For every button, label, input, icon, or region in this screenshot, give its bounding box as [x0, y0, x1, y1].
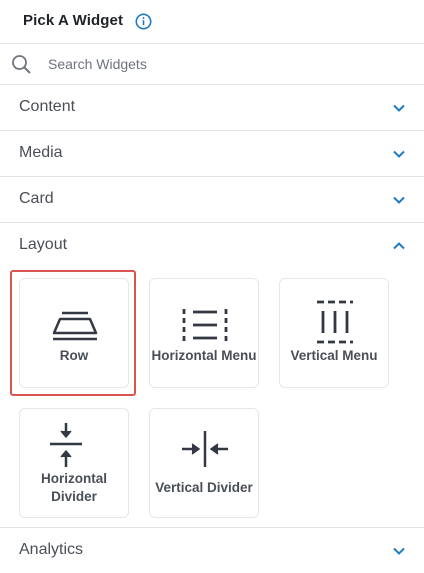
section-label: Analytics: [19, 541, 84, 558]
section-layout[interactable]: Layout: [0, 223, 424, 269]
widget-label: Vertical Menu: [290, 348, 378, 363]
search-icon: [12, 55, 31, 74]
widget-label-line1: Horizontal: [41, 471, 107, 486]
vertical-menu-icon: [317, 300, 353, 344]
chevron-up-icon: [393, 242, 405, 250]
widget-tile-row[interactable]: Row: [19, 278, 129, 388]
layout-widget-grid: Row Horizontal Menu Vertical Menu Horizo…: [0, 268, 424, 528]
vertical-divider-icon: [182, 431, 228, 467]
section-analytics[interactable]: Analytics: [0, 528, 424, 573]
section-card[interactable]: Card: [0, 177, 424, 223]
section-label: Content: [19, 98, 76, 115]
row-icon: [52, 311, 98, 341]
horizontal-menu-icon: [182, 309, 228, 341]
widget-label: Row: [59, 348, 89, 363]
search-bar: [0, 44, 424, 85]
section-content[interactable]: Content: [0, 85, 424, 131]
page-title: Pick A Widget: [23, 12, 124, 29]
section-label: Card: [19, 190, 54, 207]
chevron-down-icon: [393, 196, 405, 204]
section-label: Layout: [19, 236, 68, 253]
widget-label: Horizontal Divider: [20, 470, 128, 506]
widget-tile-horizontal-divider[interactable]: Horizontal Divider: [19, 408, 129, 518]
chevron-down-icon: [393, 104, 405, 112]
widget-tile-vertical-divider[interactable]: Vertical Divider: [149, 408, 259, 518]
widget-label: Horizontal Menu: [151, 348, 257, 363]
widget-tile-vertical-menu[interactable]: Vertical Menu: [279, 278, 389, 388]
chevron-down-icon: [393, 547, 405, 555]
horizontal-divider-icon: [50, 423, 82, 467]
chevron-down-icon: [393, 150, 405, 158]
section-media[interactable]: Media: [0, 131, 424, 177]
info-circle-icon[interactable]: [135, 13, 152, 30]
section-label: Media: [19, 144, 63, 161]
widget-picker-header: Pick A Widget: [0, 0, 424, 44]
widget-tile-horizontal-menu[interactable]: Horizontal Menu: [149, 278, 259, 388]
search-input[interactable]: [48, 54, 408, 74]
widget-label-line2: Divider: [51, 489, 97, 504]
widget-label: Vertical Divider: [155, 480, 253, 495]
